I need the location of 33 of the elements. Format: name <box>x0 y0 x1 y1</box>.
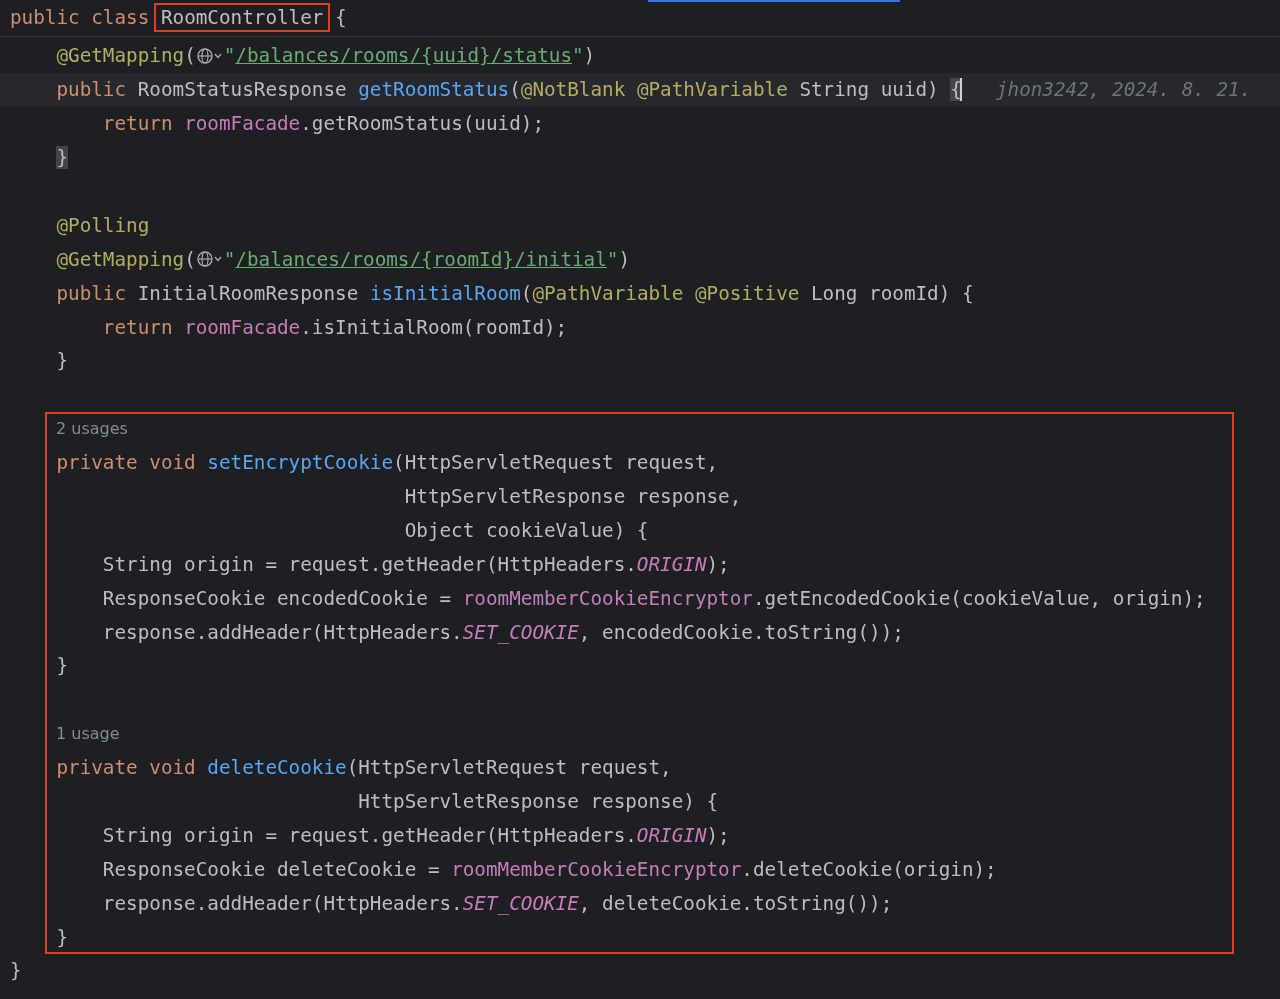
code-text: } <box>55 146 69 170</box>
globe-dropdown-icon[interactable] <box>195 250 224 269</box>
code-text: String origin = request.getHeader(HttpHeaders.ORIGIN); <box>101 552 730 576</box>
code-text: public RoomStatusResponse getRoomStatus(@NotBlank @PathVariable String uuid) { <box>55 78 962 102</box>
code-text: private void deleteCookie(HttpServletRequest request, <box>55 756 672 780</box>
code-text: { <box>334 6 347 30</box>
code-text: } <box>10 959 22 983</box>
code-text: @GetMapping( <box>55 44 196 68</box>
class-name: RoomController <box>153 3 331 33</box>
code-text: HttpServletResponse response, <box>403 485 742 508</box>
code-text: ResponseCookie deleteCookie = roomMemberCookieEncryptor.deleteCookie(origin); <box>101 857 997 881</box>
usages-hint[interactable]: 1 usage <box>56 724 120 744</box>
code-text: ResponseCookie encodedCookie = roomMemberCookieEncryptor.getEncodedCookie(cookieValue, origin); <box>101 586 1206 610</box>
code-text: } <box>55 349 69 373</box>
globe-dropdown-icon[interactable] <box>195 46 224 65</box>
blame-annotation: jhon3242, 2024. 8. 21. <box>995 78 1252 102</box>
code-text: @Polling <box>55 213 150 237</box>
code-text: "/balances/rooms/{uuid}/status") <box>223 44 596 68</box>
code-text: response.addHeader(HttpHeaders.SET_COOKIE, deleteCookie.toString()); <box>101 891 893 915</box>
code-text: public InitialRoomResponse isInitialRoom(@PathVariable @Positive Long roomId) { <box>55 281 974 305</box>
usages-hint[interactable]: 2 usages <box>56 419 128 439</box>
code-text: @GetMapping( <box>55 247 196 271</box>
code-text: response.addHeader(HttpHeaders.SET_COOKIE, encodedCookie.toString()); <box>101 620 904 644</box>
code-text: HttpServletResponse response) { <box>357 790 719 814</box>
code-text: "/balances/rooms/{roomId}/initial") <box>223 247 631 271</box>
code-text: } <box>55 654 69 678</box>
code-text: return roomFacade.isInitialRoom(roomId); <box>101 315 568 339</box>
code-text: return roomFacade.getRoomStatus(uuid); <box>101 112 544 136</box>
code-text: public class <box>10 6 151 30</box>
code-text: } <box>55 925 69 949</box>
code-text: Object cookieValue) { <box>403 518 649 542</box>
code-text: String origin = request.getHeader(HttpHeaders.ORIGIN); <box>101 823 730 847</box>
code-text: private void setEncryptCookie(HttpServletRequest request, <box>55 451 719 475</box>
